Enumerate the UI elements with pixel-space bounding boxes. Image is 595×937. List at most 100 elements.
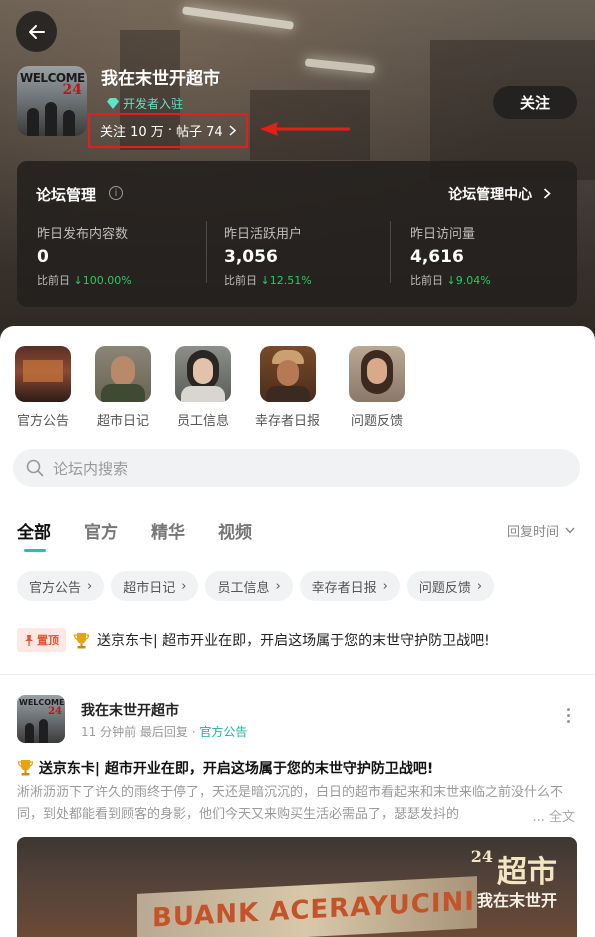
category-label: 官方公告 [16,414,69,429]
forum-title: 我在末世开超市 [101,69,220,89]
tab-video[interactable]: 视频 [218,518,252,543]
category-thumbnail [95,346,151,402]
category-official-notice[interactable]: 官方公告 [15,346,71,429]
chip-staff-info[interactable]: 员工信息 › [205,571,293,601]
more-options-icon[interactable] [567,708,571,726]
chip-label: 员工信息 [217,580,270,596]
category-feedback[interactable]: 问题反馈 [349,346,405,429]
post-category-tag[interactable]: 官方公告 [199,725,247,739]
pinned-title: 送京东卡| 超市开业在即，开启这场属于您的末世守护防卫战吧! [97,633,490,649]
category-thumbnail [15,346,71,402]
banner-logo-number: 24 [470,847,493,866]
read-full-link[interactable]: ... 全文 [526,806,575,825]
search-icon [26,459,44,477]
tab-all[interactable]: 全部 [17,518,51,552]
stat-change: 12.51% [269,274,312,287]
stat-active-users: 昨日活跃用户 3,056 比前日 ↓12.51% [224,223,394,288]
stats-separator: · [167,123,172,138]
management-center-link[interactable]: 论坛管理中心 [448,184,551,204]
chip-label: 超市日记 [123,580,176,596]
post-cover-image[interactable]: BUANK ACERAYUCINI 24 超市 我在末世开 [17,837,577,937]
arrow-left-icon [28,24,45,39]
banner-logo-sub: 我在末世开 [476,891,557,910]
stat-compare: 比前日 ↓9.04% [410,272,580,288]
category-label: 员工信息 [176,414,229,429]
sort-label: 回复时间 [506,525,559,540]
compare-label: 比前日 [37,274,70,287]
avatar-number: 24 [48,706,62,717]
stat-value: 4,616 [410,247,464,267]
chip-supermarket-diary[interactable]: 超市日记 › [111,571,199,601]
chevron-right-icon: › [382,578,388,594]
category-supermarket-diary[interactable]: 超市日记 [95,346,151,429]
follow-button[interactable]: 关注 [493,86,577,119]
stat-posts-yesterday: 昨日发布内容数 0 比前日 ↓100.00% [37,223,207,288]
sort-dropdown[interactable]: 回复时间 [507,521,575,540]
chevron-down-icon [565,527,575,534]
post-author-name[interactable]: 我在末世开超市 [81,700,179,720]
info-icon[interactable]: i [109,186,123,200]
compare-label: 比前日 [410,274,443,287]
avatar-figure [25,723,34,743]
chip-feedback[interactable]: 问题反馈 › [406,571,495,601]
management-title: 论坛管理 [36,186,97,204]
stat-value: 3,056 [224,247,278,267]
avatar-figure [45,102,57,136]
category-survivor-daily[interactable]: 幸存者日报 [255,346,320,429]
chip-label: 问题反馈 [418,580,471,596]
pin-icon [25,634,33,646]
category-label: 问题反馈 [350,414,403,429]
portrait-face [276,360,299,386]
banner-logo: 超市 [497,855,557,890]
divider [206,221,207,283]
forum-search-bar[interactable]: 论坛内搜索 [13,449,580,487]
category-thumbnail [259,346,316,402]
avatar-figure [27,108,39,136]
portrait-body [265,386,310,402]
chevron-right-icon: › [275,578,281,594]
stat-compare: 比前日 ↓100.00% [37,272,207,288]
search-placeholder: 论坛内搜索 [53,459,129,478]
chevron-right-icon [229,125,236,136]
post-meta: 11 分钟前 最后回复 · 官方公告 [81,723,247,740]
category-staff-info[interactable]: 员工信息 [175,346,231,429]
stat-label: 昨日访问量 [410,227,476,242]
chip-label: 幸存者日报 [311,580,377,596]
developer-badge[interactable]: 开发者入驻 [107,95,183,112]
back-button[interactable] [16,11,57,52]
stat-change: 9.04% [455,274,491,287]
pinned-badge-label: 置顶 [37,634,59,647]
stat-change: 100.00% [82,274,132,287]
pinned-badge: 置顶 [17,628,66,652]
post-title[interactable]: 送京东卡| 超市开业在即，开启这场属于您的末世守护防卫战吧! [17,758,433,778]
post-excerpt[interactable]: 淅淅沥沥下了许久的雨终于停了，天还是暗沉沉的，白日的超市看起来和末世来临之前没什… [17,782,577,826]
annotation-arrow-icon [260,122,350,136]
avatar-figure [39,719,48,743]
follow-stats-link[interactable]: 关注 10 万 · 帖子 74 [88,113,248,148]
tab-featured[interactable]: 精华 [151,518,185,543]
post-time: 11 分钟前 最后回复 [81,725,188,739]
down-arrow-icon: ↓ [73,274,83,287]
category-label: 超市日记 [96,414,149,429]
avatar-figure [63,110,75,136]
compare-label: 比前日 [224,274,257,287]
pinned-post[interactable]: 置顶 送京东卡| 超市开业在即，开启这场属于您的末世守护防卫战吧! [17,628,490,652]
chip-survivor-daily[interactable]: 幸存者日报 › [299,571,400,601]
stat-label: 昨日发布内容数 [37,227,129,242]
down-arrow-icon: ↓ [446,274,456,287]
post-author-avatar[interactable]: WELCOME 24 [17,695,65,743]
portrait-body [181,386,225,402]
portrait-body [101,384,145,402]
chevron-right-icon: › [87,578,93,594]
stat-label: 昨日活跃用户 [224,227,303,242]
chevron-right-icon: › [181,578,187,594]
down-arrow-icon: ↓ [260,274,270,287]
divider [390,221,391,283]
posts-count: 帖子 74 [175,125,223,140]
chip-official-notice[interactable]: 官方公告 › [17,571,105,601]
tab-official[interactable]: 官方 [84,518,118,543]
trophy-icon [17,760,34,776]
stat-value: 0 [37,247,49,267]
trophy-icon [73,632,90,648]
forum-management-card: 论坛管理 i 论坛管理中心 昨日发布内容数 0 比前日 ↓100.00% 昨日活… [17,161,577,307]
